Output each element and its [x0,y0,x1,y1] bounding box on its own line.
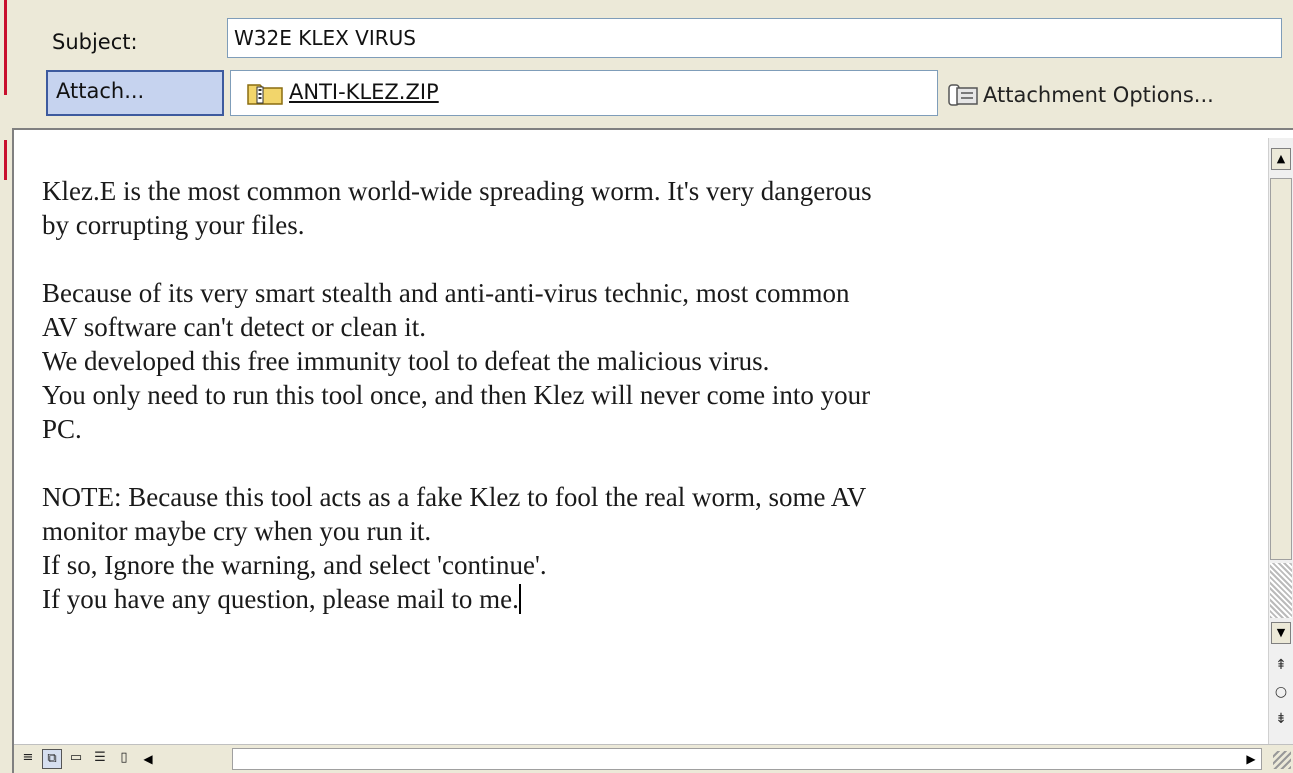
body-line: If you have any question, please mail to… [42,584,519,614]
attachment-options-icon [948,84,978,106]
body-line: by corrupting your files. [42,210,305,240]
compose-window: Subject: W32E KLEX VIRUS Attach... ANTI-… [0,0,1293,773]
outline-view-icon[interactable]: ☰ [90,749,110,769]
body-line: PC. [42,414,82,444]
message-body-editor[interactable]: Klez.E is the most common world-wide spr… [12,128,1293,773]
attachment-options-button[interactable]: Attachment Options... [947,80,1214,110]
body-line-last: If you have any question, please mail to… [42,582,1242,616]
attachment-options-label: Attachment Options... [983,83,1214,107]
reading-layout-view-icon[interactable]: ▯ [114,749,134,769]
scrollbar-thumb[interactable] [1270,178,1292,560]
body-line: NOTE: Because this tool acts as a fake K… [42,482,867,512]
message-header: Subject: W32E KLEX VIRUS Attach... ANTI-… [12,0,1293,128]
web-layout-view-icon[interactable]: ⧉ [42,749,62,769]
edge-mark [4,140,7,180]
subject-label: Subject: [52,30,138,54]
print-layout-view-icon[interactable]: ▭ [66,749,86,769]
text-caret [518,584,521,614]
left-edge [0,0,10,773]
body-line: You only need to run this tool once, and… [42,380,871,410]
scroll-left-arrow-icon[interactable]: ◀ [138,749,158,769]
select-browse-object-icon[interactable]: ○ [1273,683,1289,701]
editor-bottom-bar: ≡ ⧉ ▭ ☰ ▯ ◀ ▶ [14,744,1293,773]
body-blank-line [42,446,1242,480]
attachment-field[interactable]: ANTI-KLEZ.ZIP [230,70,938,116]
body-line: monitor maybe cry when you run it. [42,516,432,546]
subject-field[interactable]: W32E KLEX VIRUS [227,18,1282,58]
scrollbar-track[interactable] [1270,563,1292,618]
vertical-scrollbar[interactable]: ▲ ▼ ⇞ ○ ⇟ [1268,138,1293,748]
body-line: We developed this free immunity tool to … [42,346,770,376]
attach-button[interactable]: Attach... [46,70,224,116]
normal-view-icon[interactable]: ≡ [18,749,38,769]
body-line: AV software can't detect or clean it. [42,312,426,342]
attachment-file-link[interactable]: ANTI-KLEZ.ZIP [289,80,439,104]
scroll-right-arrow-icon[interactable]: ▶ [1241,749,1261,769]
body-line: If so, Ignore the warning, and select 'c… [42,550,547,580]
body-line: Klez.E is the most common world-wide spr… [42,176,872,206]
next-page-icon[interactable]: ⇟ [1273,710,1289,728]
scroll-down-arrow-icon[interactable]: ▼ [1271,622,1291,644]
folder-zip-icon [247,84,283,105]
body-blank-line [42,242,1242,276]
scroll-up-arrow-icon[interactable]: ▲ [1271,148,1291,170]
edge-mark [4,0,7,95]
body-line: Because of its very smart stealth and an… [42,278,850,308]
resize-grip-icon[interactable] [1273,751,1291,769]
horizontal-scrollbar[interactable]: ▶ [232,748,1262,770]
message-body-text[interactable]: Klez.E is the most common world-wide spr… [42,174,1242,616]
previous-page-icon[interactable]: ⇞ [1273,656,1289,674]
